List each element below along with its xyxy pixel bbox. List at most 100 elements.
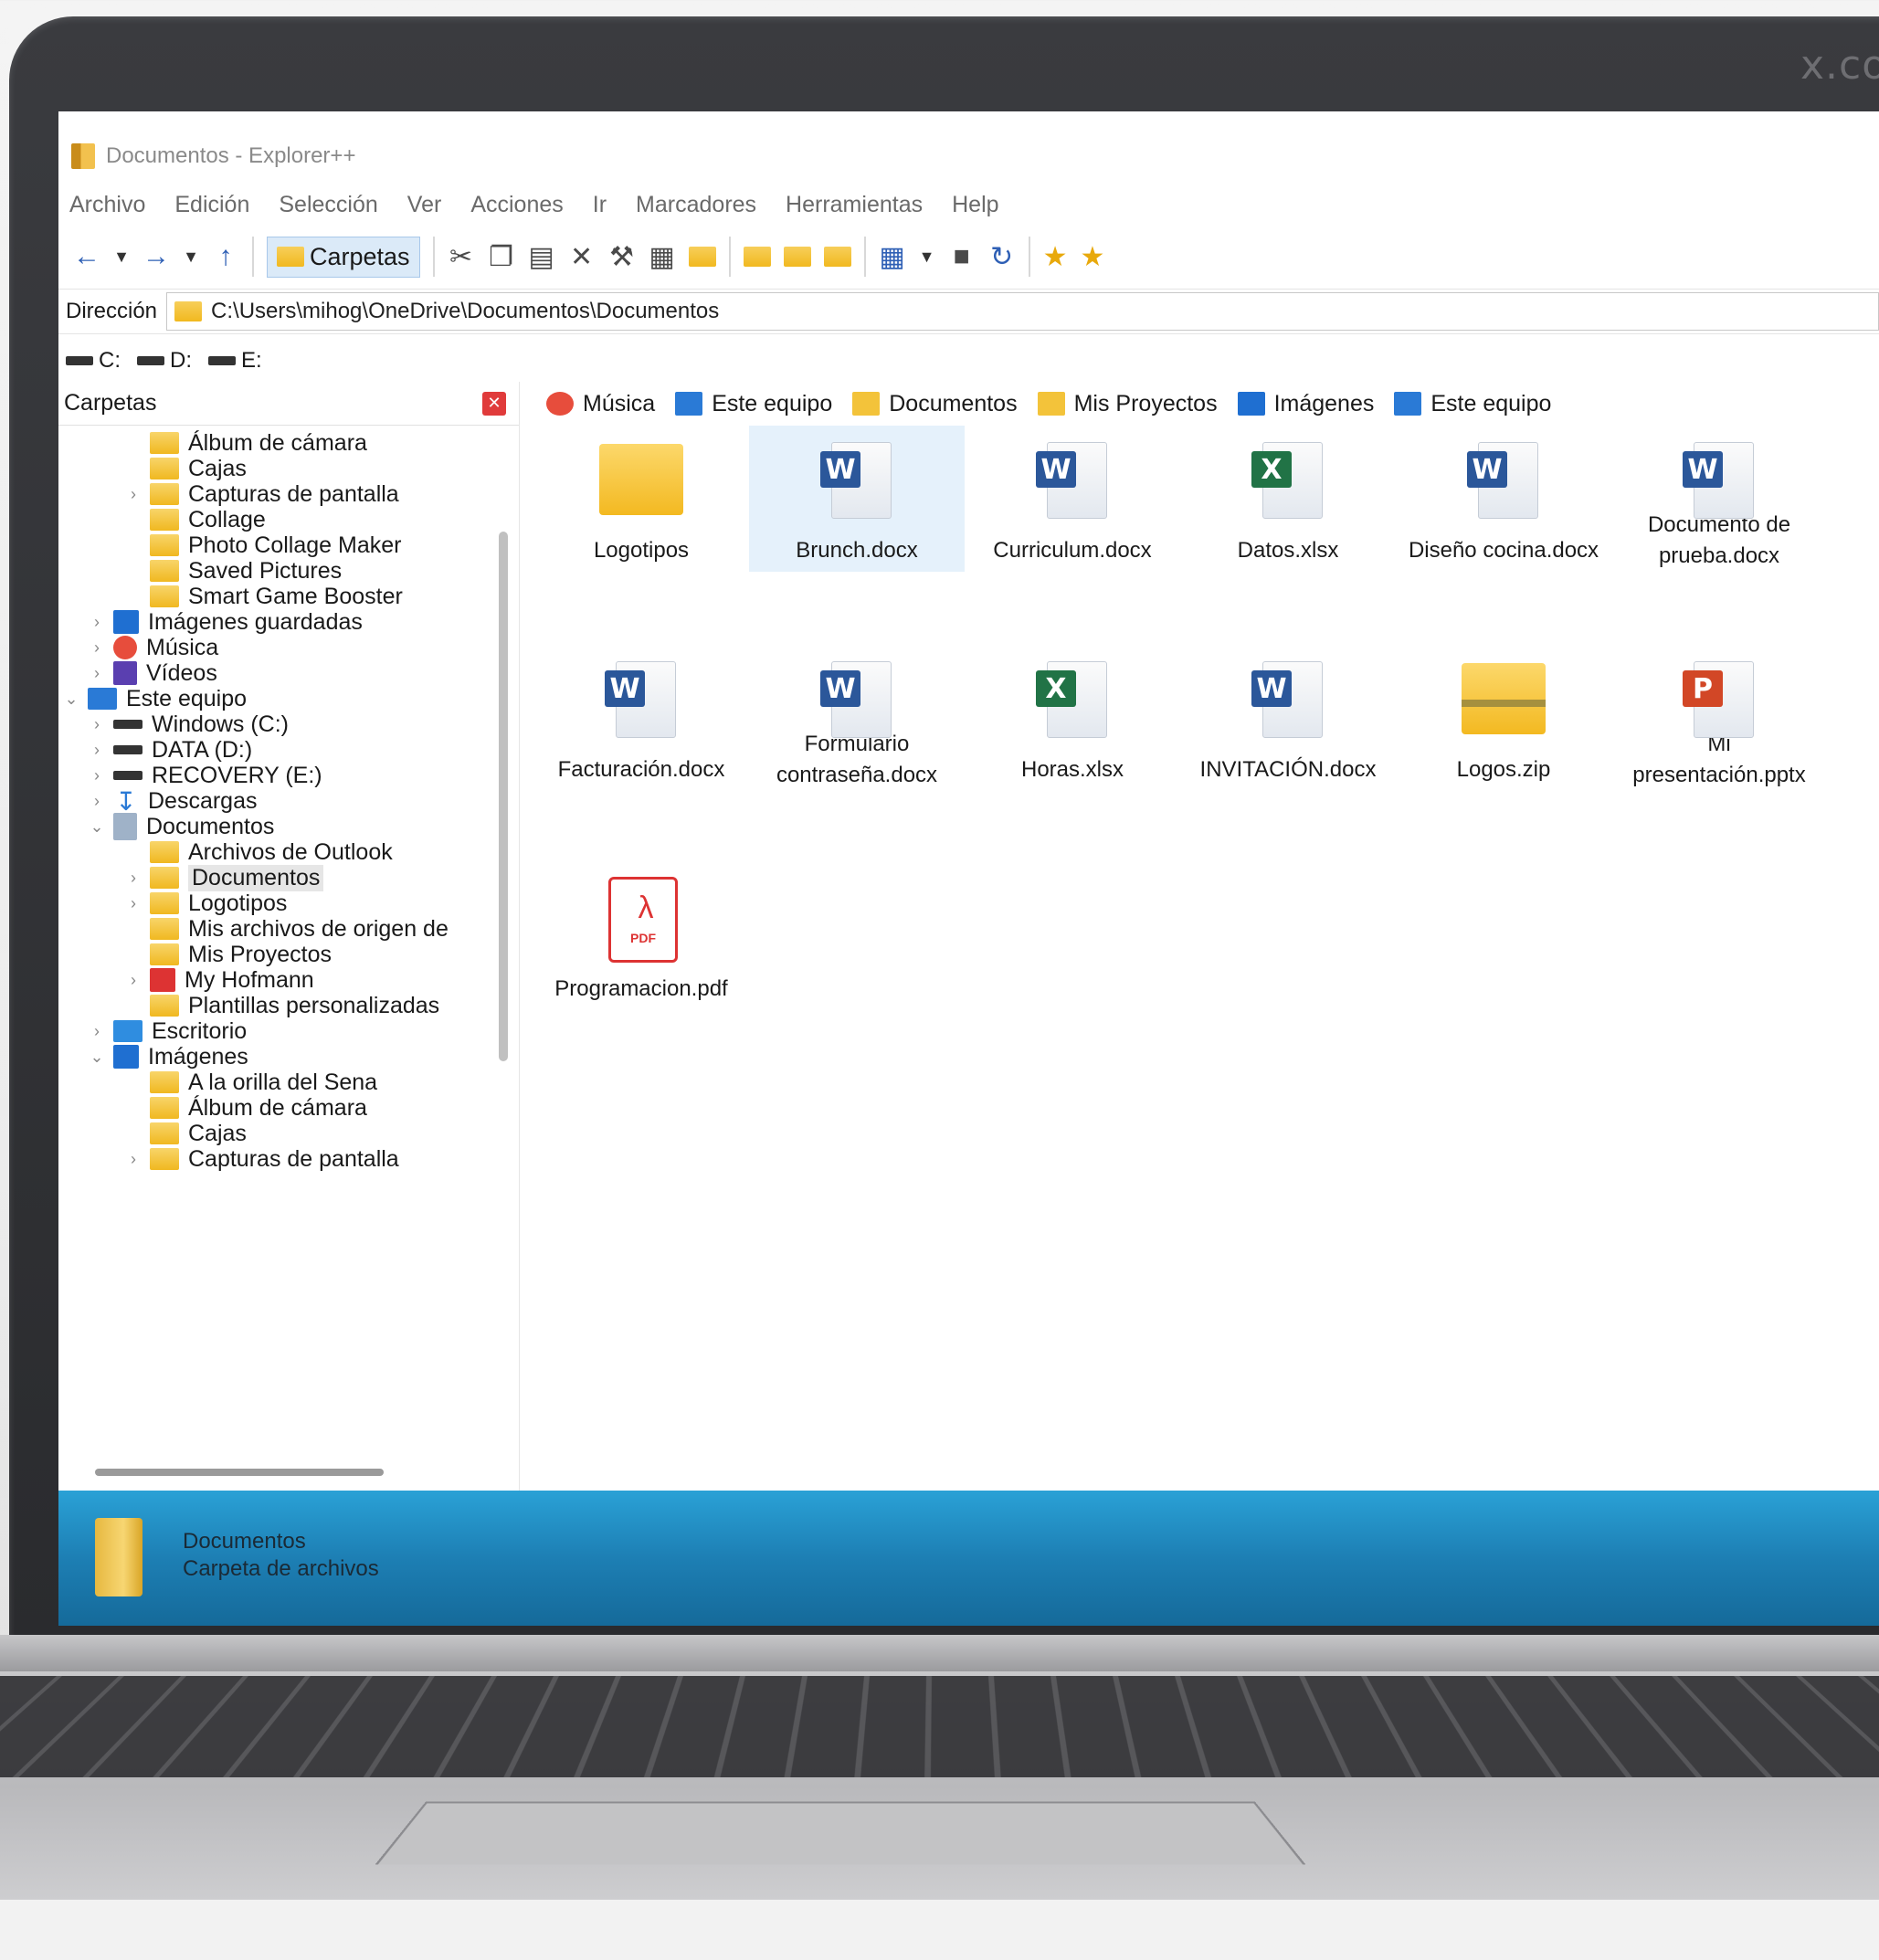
collapse-chevron-icon[interactable]: ⌄ [90,1048,104,1067]
refresh-icon[interactable]: ↻ [988,241,1016,273]
tab-musica[interactable]: Música [546,391,655,417]
window-title: Documentos - Explorer++ [106,143,356,168]
file-name: INVITACIÓN.docx [1199,757,1377,782]
folders-toggle-button[interactable]: Carpetas [267,236,420,278]
expand-chevron-icon[interactable]: › [126,971,141,990]
copy-icon[interactable]: ❐ [488,241,515,273]
drive-icon [113,771,143,780]
file-item-logos-zip[interactable]: Logos.zip [1396,645,1611,791]
address-input[interactable]: C:\Users\mihog\OneDrive\Documentos\Docum… [166,292,1879,331]
file-item-formulario[interactable]: W Formulario contraseña.docx [749,645,965,791]
menu-edicion[interactable]: Edición [174,192,249,218]
address-path: C:\Users\mihog\OneDrive\Documentos\Docum… [211,299,720,323]
expand-chevron-icon[interactable]: › [90,792,104,811]
details-pane: Documentos Carpeta de archivos [58,1491,1879,1626]
tree-vertical-scrollbar[interactable] [499,532,508,1061]
drive-c-button[interactable]: C: [66,348,121,374]
tab-documentos[interactable]: Documentos [852,391,1018,417]
menu-archivo[interactable]: Archivo [69,192,145,218]
menu-herramientas[interactable]: Herramientas [786,192,923,218]
new-folder-icon[interactable] [688,247,716,267]
folder-icon [95,1518,143,1596]
file-item-documento-prueba[interactable]: W Documento de prueba.docx [1611,426,1827,572]
toolbar-separator [252,237,254,277]
expand-chevron-icon[interactable]: › [90,1022,104,1041]
bookmarks-star-icon[interactable]: ★ [1080,241,1104,273]
file-name: Programacion.pdf [554,976,728,1001]
menu-marcadores[interactable]: Marcadores [636,192,756,218]
file-item-datos[interactable]: X Datos.xlsx [1180,426,1396,572]
tab-mis-proyectos[interactable]: Mis Proyectos [1037,391,1218,417]
close-pane-icon[interactable]: ✕ [482,391,506,416]
expand-chevron-icon[interactable]: › [90,715,104,734]
file-item-logotipos[interactable]: Logotipos [533,426,749,572]
file-item-curriculum[interactable]: W Curriculum.docx [965,426,1180,572]
toolbar: ← ▼ → ▼ ↑ Carpetas ✂ ❐ ▤ ✕ ⚒ ▦ ▦ ▼ ■ ↻ ★… [58,227,1879,287]
powerpoint-document-icon: P [1677,658,1761,738]
tree-item-capturas-2[interactable]: › Capturas de pantalla [126,1142,399,1176]
collapse-chevron-icon[interactable]: ⌄ [64,690,79,709]
expand-chevron-icon[interactable]: › [126,485,141,504]
expand-chevron-icon[interactable]: › [90,664,104,683]
forward-dropdown-icon[interactable]: ▼ [183,248,199,267]
copy-to-folder-icon[interactable] [783,247,811,267]
title-bar: Documentos - Explorer++ [58,133,1879,179]
expand-chevron-icon[interactable]: › [90,766,104,785]
folder-icon [277,247,304,267]
expand-chevron-icon[interactable]: › [126,869,141,888]
excel-document-icon: X [1246,438,1330,526]
pane-divider[interactable] [519,382,520,1542]
drive-e-button[interactable]: E: [208,348,262,374]
move-to-folder-icon[interactable] [823,247,851,267]
paste-icon[interactable]: ▤ [528,241,555,273]
views-dropdown-icon[interactable]: ▼ [919,248,935,267]
open-folder-icon[interactable] [743,247,771,267]
command-prompt-icon[interactable]: ■ [948,241,976,272]
cut-icon[interactable]: ✂ [448,241,475,273]
menu-seleccion[interactable]: Selección [279,192,377,218]
tab-este-equipo[interactable]: Este equipo [675,391,832,417]
menu-ir[interactable]: Ir [593,192,607,218]
excel-document-icon: X [1030,658,1114,745]
expand-chevron-icon[interactable]: › [90,613,104,632]
drive-d-button[interactable]: D: [137,348,192,374]
file-item-programacion[interactable]: λ PDF Programacion.pdf [533,864,749,1010]
expand-chevron-icon[interactable]: › [90,741,104,760]
grid-icon[interactable]: ▦ [649,241,676,273]
views-icon[interactable]: ▦ [879,241,906,273]
drive-c-label: C: [99,348,121,373]
properties-icon[interactable]: ⚒ [608,241,636,273]
up-arrow-icon[interactable]: ↑ [212,241,239,272]
expand-chevron-icon[interactable]: › [126,1150,141,1169]
tree-horizontal-scrollbar[interactable] [95,1469,384,1476]
file-item-mi-presentacion[interactable]: P Mi presentación.pptx [1611,645,1827,791]
word-document-icon: W [599,658,683,745]
add-bookmark-star-icon[interactable]: ★ [1043,241,1068,273]
tab-este-equipo-2[interactable]: Este equipo [1394,391,1551,417]
tab-imagenes[interactable]: Imágenes [1237,391,1374,417]
file-item-brunch[interactable]: W Brunch.docx [749,426,965,572]
file-item-facturacion[interactable]: W Facturación.docx [533,645,749,791]
delete-icon[interactable]: ✕ [568,241,596,273]
back-arrow-icon[interactable]: ← [73,241,100,272]
file-item-diseno-cocina[interactable]: W Diseño cocina.docx [1396,426,1611,572]
back-dropdown-icon[interactable]: ▼ [113,248,130,267]
collapse-chevron-icon[interactable]: ⌄ [90,817,104,837]
word-document-icon: W [815,438,899,526]
laptop-keyboard [0,1676,1879,1778]
file-item-horas[interactable]: X Horas.xlsx [965,645,1180,791]
file-name: Mi presentación.pptx [1632,732,1806,787]
word-document-icon: W [1246,658,1330,745]
word-document-icon: W [1677,438,1761,519]
folder-icon [174,301,203,321]
expand-chevron-icon[interactable]: › [126,894,141,913]
menu-acciones[interactable]: Acciones [470,192,563,218]
menu-help[interactable]: Help [952,192,998,218]
tab-label: Este equipo [712,390,833,416]
file-item-invitacion[interactable]: W INVITACIÓN.docx [1180,645,1396,791]
file-name: Brunch.docx [796,538,918,563]
menu-ver[interactable]: Ver [407,192,442,218]
expand-chevron-icon[interactable]: › [90,638,104,658]
forward-arrow-icon[interactable]: → [143,241,170,272]
address-label: Dirección [66,299,158,323]
